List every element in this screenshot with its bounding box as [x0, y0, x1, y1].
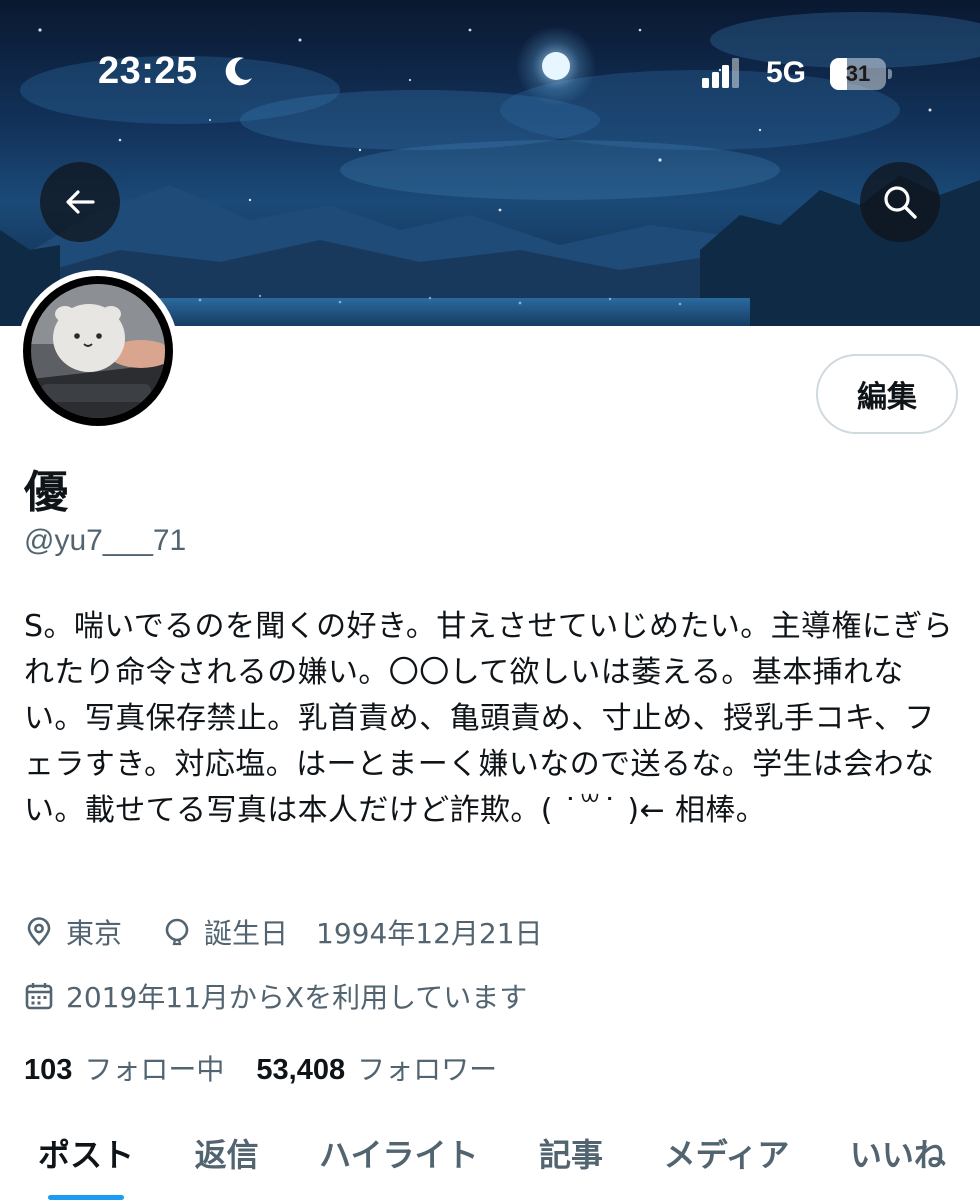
battery-level: 31: [845, 61, 871, 86]
avatar-photo: [23, 276, 173, 426]
following-link[interactable]: 103 フォロー中: [24, 1048, 224, 1088]
tab-label: 返信: [194, 1136, 259, 1174]
location-text: 東京: [66, 917, 123, 950]
tab-media[interactable]: メディア: [664, 1130, 790, 1200]
profile-tabs: ポスト 返信 ハイライト 記事 メディア いいね: [0, 1130, 980, 1200]
plush-toy-photo: [31, 284, 165, 418]
tab-likes[interactable]: いいね: [850, 1130, 946, 1200]
profile-meta-joined-row: 2019年11月からXを利用しています: [24, 976, 527, 1016]
followers-link[interactable]: 53,408 フォロワー: [256, 1048, 497, 1088]
tab-label: いいね: [849, 1136, 946, 1174]
battery-cap: [888, 69, 892, 79]
followers-label: フォロワー: [357, 1053, 498, 1086]
tab-posts[interactable]: ポスト: [38, 1130, 134, 1200]
location-pin-icon: [27, 917, 51, 946]
profile-meta-location-row: 東京 誕生日 1994年12月21日: [24, 912, 543, 952]
battery-body: 31: [830, 58, 886, 90]
balloon-icon: [165, 918, 189, 946]
edit-profile-button[interactable]: 編集: [816, 354, 958, 434]
tab-label: メディア: [663, 1136, 790, 1174]
tab-highlights[interactable]: ハイライト: [319, 1130, 478, 1200]
tab-label: ポスト: [38, 1136, 135, 1174]
birthday-label: 誕生日: [204, 917, 289, 950]
profile-banner[interactable]: 23:25 5G 31: [0, 0, 980, 326]
tab-label: ハイライト: [319, 1136, 479, 1174]
search-button[interactable]: [860, 162, 940, 242]
tab-replies[interactable]: 返信: [195, 1130, 259, 1200]
following-count: 103: [24, 1054, 73, 1086]
search-icon: [884, 186, 917, 219]
follow-stats: 103 フォロー中 53,408 フォロワー: [24, 1048, 529, 1088]
arrow-left-icon: [66, 190, 95, 214]
network-type-label: 5G: [766, 56, 807, 89]
calendar-icon: [25, 983, 53, 1010]
tab-articles[interactable]: 記事: [539, 1130, 603, 1200]
following-label: フォロー中: [84, 1053, 225, 1086]
moon-icon: [225, 57, 252, 86]
display-name: 優: [24, 467, 68, 518]
profile-avatar[interactable]: [17, 270, 179, 432]
joined-date-text: 2019年11月からXを利用しています: [66, 981, 528, 1014]
profile-bio: S。喘いでるのを聞くの好き。甘えさせていじめたい。主導権にぎられたり命令されるの…: [24, 609, 954, 828]
birthday-date: 1994年12月21日: [316, 917, 543, 950]
back-button[interactable]: [40, 162, 120, 242]
signal-bars-icon: [702, 58, 739, 88]
night-sky-scene: [0, 12, 980, 326]
tab-label: 記事: [539, 1136, 604, 1174]
active-tab-indicator: [48, 1195, 125, 1200]
battery-indicator: 31: [830, 58, 892, 90]
status-bar-time: 23:25: [98, 50, 198, 92]
followers-count: 53,408: [256, 1054, 346, 1086]
user-handle: @yu7___71: [24, 524, 187, 557]
